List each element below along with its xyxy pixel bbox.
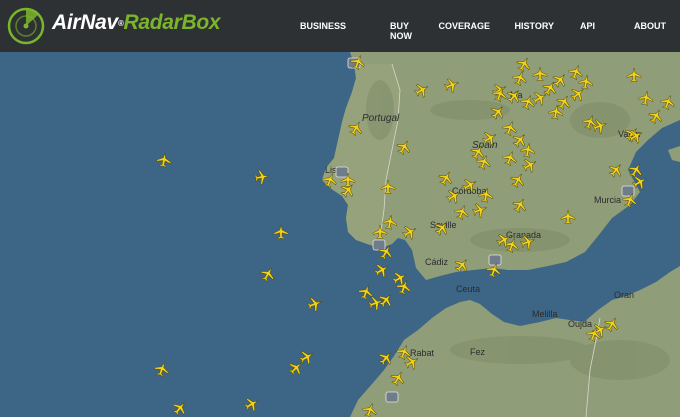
- airport-icon[interactable]: [335, 166, 349, 178]
- label-granada: Granada: [506, 230, 541, 240]
- label-melilla: Melilla: [532, 309, 558, 319]
- brand-radarbox: RadarBox: [123, 11, 221, 34]
- label-oujda: Oujda: [568, 319, 592, 329]
- label-murcia: Murcia: [594, 195, 621, 205]
- nav-history[interactable]: HISTORY: [514, 21, 554, 31]
- label-lisbon: Lis: [325, 165, 337, 175]
- label-rabat: Rabat: [410, 348, 435, 358]
- airport-icon[interactable]: [488, 254, 502, 266]
- label-portugal: Portugal: [362, 113, 400, 124]
- airport-icon[interactable]: [372, 239, 386, 251]
- brand-airnav: AirNav: [52, 11, 118, 34]
- radar-logo-icon[interactable]: [6, 6, 46, 46]
- nav-api[interactable]: API: [580, 21, 595, 31]
- label-cadiz: Cádiz: [425, 257, 449, 267]
- nav-business[interactable]: BUSINESS: [300, 21, 346, 31]
- brand-name[interactable]: AirNav®RadarBox: [52, 11, 221, 35]
- label-fez: Fez: [470, 347, 486, 357]
- nav-about[interactable]: ABOUT: [634, 21, 666, 31]
- flight-radar-map[interactable]: Portugal Spain Ma Lis Córdoba Seville Gr…: [0, 52, 680, 417]
- nav-coverage[interactable]: COVERAGE: [438, 21, 490, 31]
- label-oran: Oran: [614, 290, 634, 300]
- top-navigation-bar: AirNav®RadarBox BUSINESS BUY NOW COVERAG…: [0, 0, 680, 52]
- airport-icon[interactable]: [385, 391, 399, 403]
- label-ceuta: Ceuta: [456, 284, 480, 294]
- nav-buy-now[interactable]: BUY NOW: [390, 21, 412, 41]
